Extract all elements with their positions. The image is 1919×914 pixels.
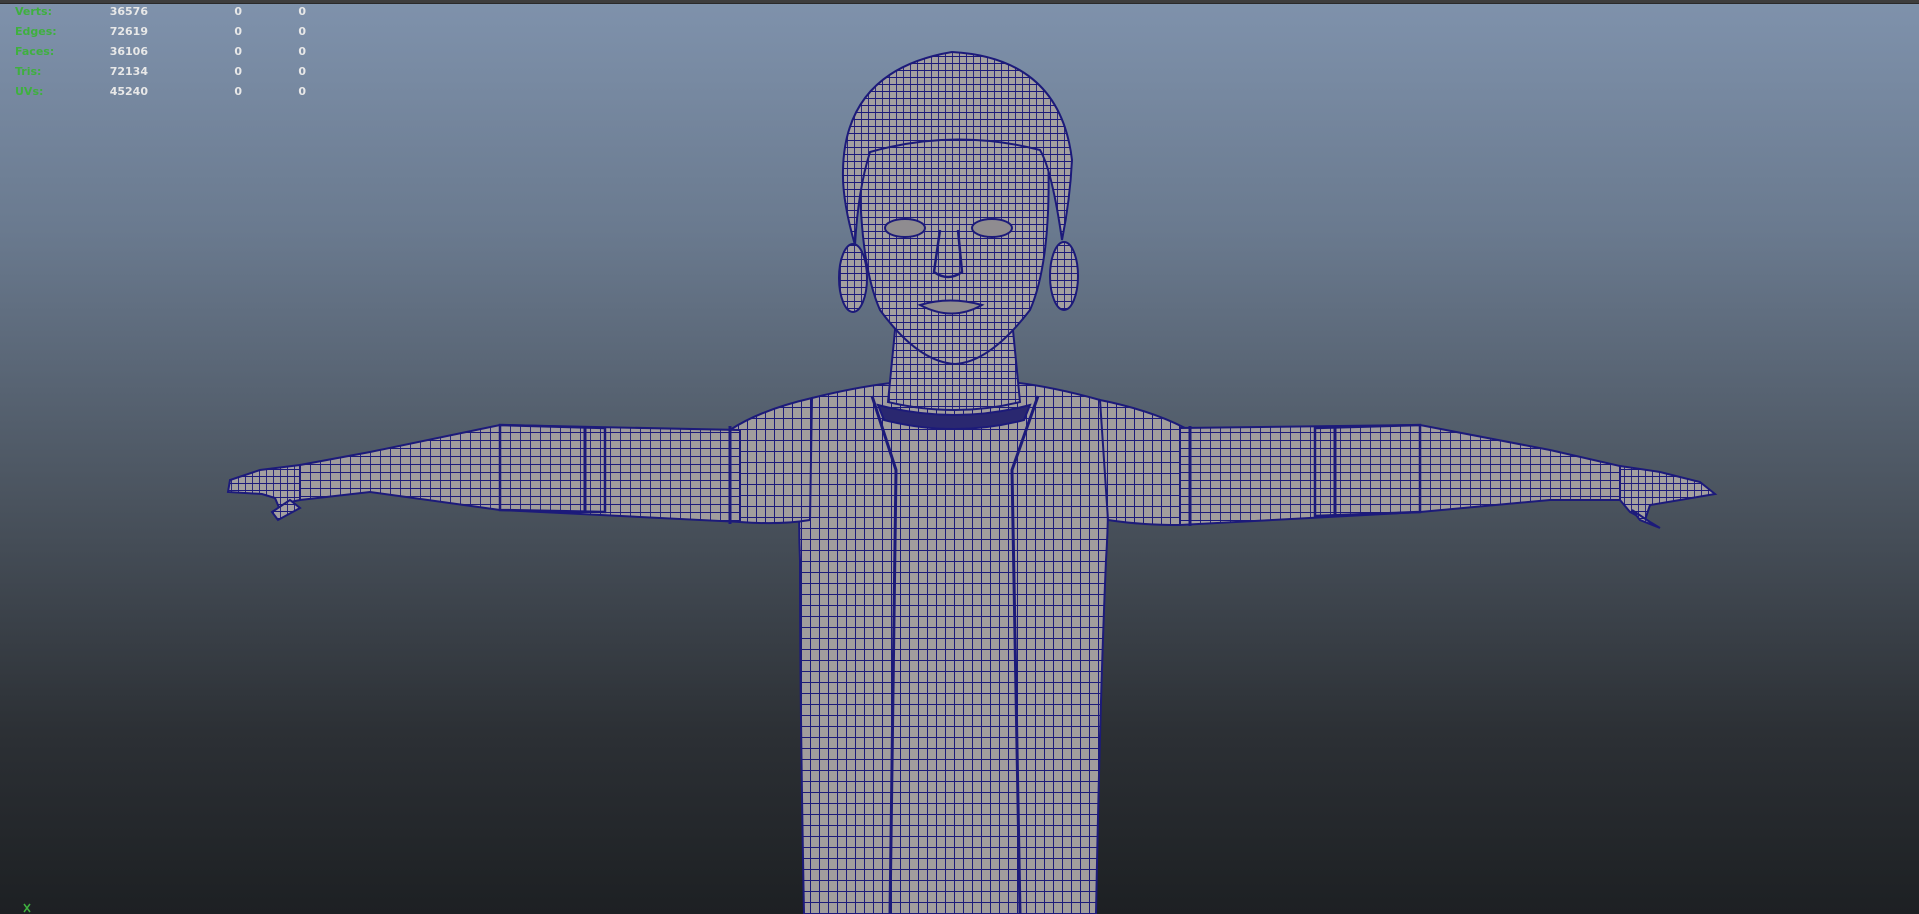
torso-mesh <box>798 381 1109 914</box>
hud-component-value: 0 <box>298 65 306 78</box>
hud-row: UVs: 45240 0 0 <box>15 82 306 102</box>
3d-viewport[interactable]: Verts: 36576 0 0 Edges: 72619 0 0 Faces: 36106 0 0 T… <box>0 0 1919 914</box>
hud-selected-value: 0 <box>234 5 242 18</box>
hud-component-value: 0 <box>298 45 306 58</box>
hud-label: Faces: <box>15 45 55 58</box>
hud-component-value: 0 <box>298 25 306 38</box>
hud-row: Tris: 72134 0 0 <box>15 62 306 82</box>
hud-label: Tris: <box>15 65 42 78</box>
hud-selected-value: 0 <box>234 65 242 78</box>
right-ear-mesh <box>1049 241 1079 311</box>
hud-selected-value: 0 <box>234 85 242 98</box>
hud-total-value: 45240 <box>109 85 148 98</box>
left-sleeve-cuff <box>498 423 607 514</box>
hud-row: Edges: 72619 0 0 <box>15 22 306 42</box>
right-shoulder-mesh <box>1098 398 1187 527</box>
right-eye-mesh <box>971 218 1013 238</box>
hud-total-value: 36106 <box>109 45 148 58</box>
hud-component-value: 0 <box>298 5 306 18</box>
poly-count-hud: Verts: 36576 0 0 Edges: 72619 0 0 Faces: 36106 0 0 T… <box>15 2 306 102</box>
hud-component-value: 0 <box>298 85 306 98</box>
right-sleeve-cuff <box>1313 423 1422 518</box>
hud-selected-value: 0 <box>234 25 242 38</box>
character-wireframe-model[interactable] <box>0 0 1919 914</box>
hud-label: Verts: <box>15 5 53 18</box>
hud-row: Faces: 36106 0 0 <box>15 42 306 62</box>
hud-total-value: 72619 <box>109 25 148 38</box>
axis-gizmo-icon <box>23 903 31 913</box>
head-mesh <box>858 131 1050 366</box>
left-eye-mesh <box>884 218 926 238</box>
hud-selected-value: 0 <box>234 45 242 58</box>
left-ear-mesh <box>838 243 868 313</box>
hud-label: UVs: <box>15 85 44 98</box>
hud-row: Verts: 36576 0 0 <box>15 2 306 22</box>
hud-total-value: 36576 <box>109 5 148 18</box>
hud-total-value: 72134 <box>109 65 148 78</box>
left-shoulder-mesh <box>728 396 814 525</box>
hud-label: Edges: <box>15 25 57 38</box>
